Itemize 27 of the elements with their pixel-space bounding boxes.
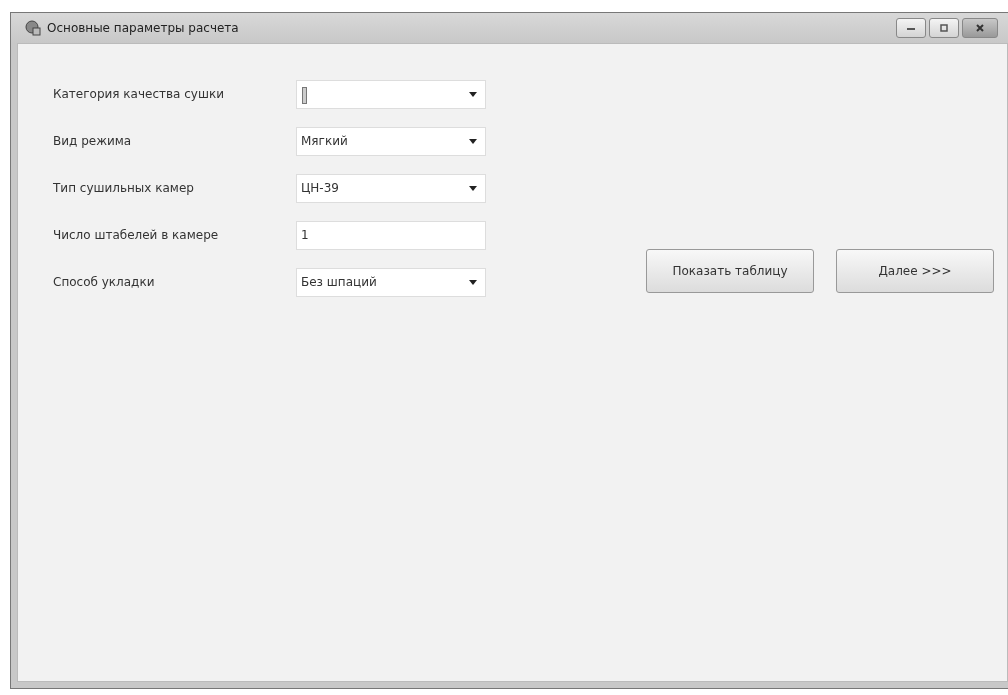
field-label: Категория качества сушки xyxy=(53,87,225,101)
dropdown-arrow-icon[interactable] xyxy=(469,279,477,285)
maximize-icon xyxy=(938,24,950,32)
dropdown[interactable]: ЦН-39 xyxy=(296,173,486,203)
field-value: ЦН-39 xyxy=(301,181,340,195)
input-field[interactable]: 1 xyxy=(296,220,486,250)
window-title: Основные параметры расчета xyxy=(47,21,239,35)
dialog-button[interactable]: Далее >>> xyxy=(836,249,994,293)
field-label: Тип сушильных камер xyxy=(53,181,195,195)
field-value: Без шпаций xyxy=(301,275,378,289)
field-label: Число штабелей в камере xyxy=(53,228,220,242)
close-button[interactable] xyxy=(962,18,998,38)
text-cursor-icon xyxy=(302,86,307,104)
minimize-button[interactable] xyxy=(896,18,926,38)
maximize-button[interactable] xyxy=(929,18,959,38)
dropdown[interactable]: Без шпаций xyxy=(296,267,486,297)
dropdown-arrow-icon[interactable] xyxy=(469,185,477,191)
field-label: Способ укладки xyxy=(53,275,156,289)
app-icon[interactable] xyxy=(25,20,41,36)
field-label: Вид режима xyxy=(53,134,133,148)
field-value: 1 xyxy=(301,228,310,242)
dialog-button[interactable]: Показать таблицу xyxy=(646,249,814,293)
dropdown[interactable]: Мягкий xyxy=(296,126,486,156)
dropdown-arrow-icon[interactable] xyxy=(469,91,477,97)
close-icon xyxy=(974,24,986,32)
dropdown-arrow-icon[interactable] xyxy=(469,138,477,144)
field-value: Мягкий xyxy=(301,134,349,148)
